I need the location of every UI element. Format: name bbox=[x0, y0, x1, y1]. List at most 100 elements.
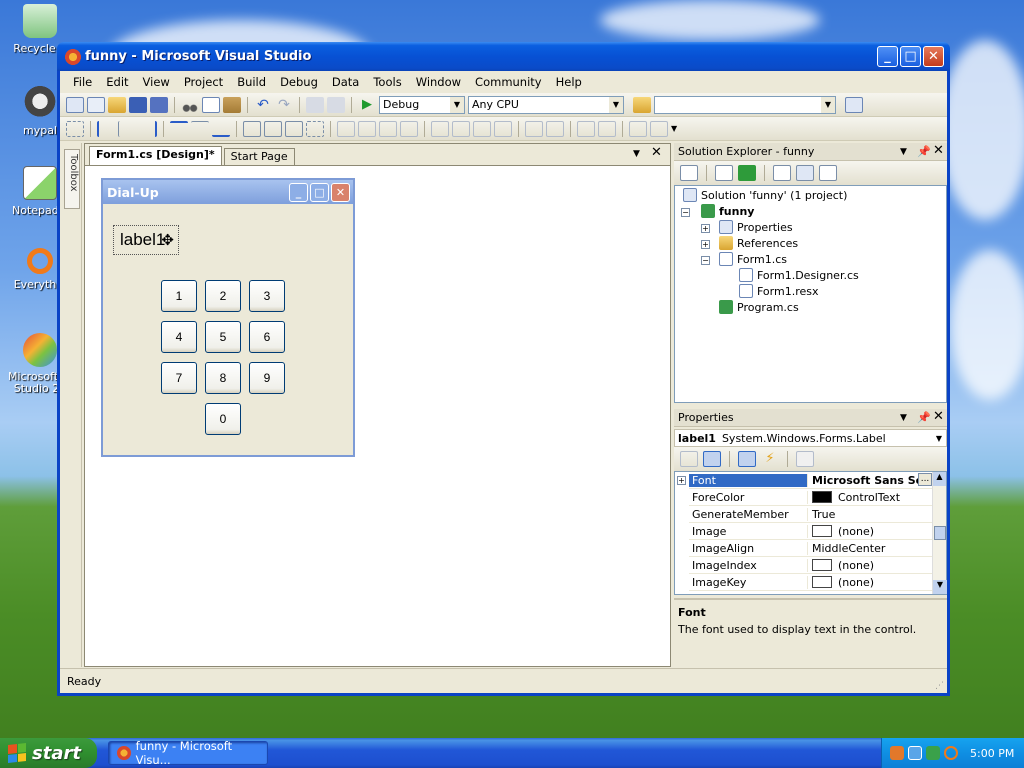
lock-controls-icon[interactable] bbox=[650, 120, 668, 137]
close-panel-icon[interactable]: ✕ bbox=[933, 143, 944, 158]
property-pages-icon[interactable] bbox=[796, 451, 814, 467]
tree-node-project[interactable]: funny bbox=[701, 204, 754, 218]
menu-project[interactable]: Project bbox=[177, 73, 230, 91]
menu-file[interactable]: File bbox=[66, 73, 99, 91]
categorized-icon[interactable] bbox=[680, 451, 698, 467]
dial-button-1[interactable]: 1 bbox=[161, 280, 197, 312]
start-debugging-icon[interactable]: ▶ bbox=[358, 97, 376, 113]
expand-toggle-icon[interactable]: + bbox=[701, 224, 710, 233]
tab-order-icon[interactable] bbox=[629, 120, 647, 137]
undo-icon[interactable]: ↶ bbox=[254, 97, 272, 113]
make-same-width-icon[interactable] bbox=[243, 120, 261, 137]
align-lefts-icon[interactable] bbox=[97, 120, 115, 137]
menu-view[interactable]: View bbox=[136, 73, 177, 91]
close-button[interactable]: ✕ bbox=[923, 46, 944, 67]
object-selector-dropdown[interactable]: label1 System.Windows.Forms.Label ▼ bbox=[674, 429, 947, 447]
show-all-files-icon[interactable] bbox=[715, 165, 733, 181]
properties-view-icon[interactable] bbox=[738, 451, 756, 467]
view-class-diagram-icon[interactable] bbox=[819, 165, 837, 181]
close-document-icon[interactable]: ✕ bbox=[651, 145, 662, 160]
property-row-generatemember[interactable]: GenerateMember True bbox=[689, 506, 933, 523]
network-icon[interactable] bbox=[908, 746, 922, 760]
label1-control[interactable]: label1 ✥ bbox=[113, 225, 179, 255]
menu-window[interactable]: Window bbox=[409, 73, 468, 91]
solution-platform-dropdown[interactable]: Any CPU ▼ bbox=[468, 95, 624, 114]
designer-form-dialup[interactable]: Dial-Up _ □ ✕ label1 ✥ 1 2 3 4 5 6 7 8 9… bbox=[101, 178, 355, 457]
collapse-toggle-icon[interactable]: − bbox=[701, 256, 710, 265]
horizontal-spacing-remove-icon[interactable] bbox=[400, 120, 418, 137]
dial-button-3[interactable]: 3 bbox=[249, 280, 285, 312]
save-icon[interactable] bbox=[129, 96, 147, 113]
new-project-icon[interactable] bbox=[66, 96, 84, 113]
taskbar-item-visual-studio[interactable]: funny - Microsoft Visu... bbox=[108, 739, 268, 767]
tree-node-form1[interactable]: Form1.cs bbox=[719, 252, 787, 266]
property-grid-scrollbar[interactable]: ▲ ▼ bbox=[932, 472, 947, 594]
tree-node-program[interactable]: Program.cs bbox=[719, 300, 799, 314]
property-row-imagealign[interactable]: ImageAlign MiddleCenter bbox=[689, 540, 933, 557]
horizontal-spacing-decrease-icon[interactable] bbox=[379, 120, 397, 137]
window-position-dropdown-icon[interactable]: ▼ bbox=[900, 413, 907, 423]
send-to-back-icon[interactable] bbox=[598, 120, 616, 137]
align-rights-icon[interactable] bbox=[139, 120, 157, 137]
toolbar-overflow-icon[interactable]: ▼ bbox=[671, 124, 677, 133]
vertical-spacing-decrease-icon[interactable] bbox=[473, 120, 491, 137]
size-to-grid-icon[interactable] bbox=[306, 120, 324, 137]
dial-button-6[interactable]: 6 bbox=[249, 321, 285, 353]
clock[interactable]: 5:00 PM bbox=[970, 747, 1014, 760]
menu-tools[interactable]: Tools bbox=[366, 73, 408, 91]
scroll-up-icon[interactable]: ▲ bbox=[933, 472, 946, 486]
minimize-button[interactable]: _ bbox=[877, 46, 898, 67]
align-tops-icon[interactable] bbox=[170, 120, 188, 137]
tray-app-icon[interactable] bbox=[890, 746, 904, 760]
window-position-dropdown-icon[interactable]: ▼ bbox=[900, 147, 907, 157]
menu-build[interactable]: Build bbox=[230, 73, 273, 91]
horizontal-spacing-increase-icon[interactable] bbox=[358, 120, 376, 137]
expand-toggle-icon[interactable]: + bbox=[677, 476, 686, 485]
ellipsis-button[interactable]: ... bbox=[918, 473, 932, 486]
menu-data[interactable]: Data bbox=[325, 73, 366, 91]
navigate-backward-icon[interactable] bbox=[306, 96, 324, 113]
window-titlebar[interactable]: funny - Microsoft Visual Studio _ □ ✕ bbox=[57, 42, 950, 71]
property-row-imagekey[interactable]: ImageKey (none) bbox=[689, 574, 933, 591]
events-lightning-icon[interactable]: ⚡ bbox=[761, 451, 779, 467]
menu-edit[interactable]: Edit bbox=[99, 73, 135, 91]
menu-help[interactable]: Help bbox=[549, 73, 589, 91]
align-to-grid-icon[interactable] bbox=[66, 120, 84, 137]
find-in-files-icon[interactable] bbox=[633, 96, 651, 113]
view-designer-icon[interactable] bbox=[796, 165, 814, 181]
tab-start-page[interactable]: Start Page bbox=[223, 148, 295, 165]
tree-node-references[interactable]: References bbox=[719, 236, 798, 250]
align-middles-icon[interactable] bbox=[191, 120, 209, 137]
paste-icon[interactable] bbox=[223, 96, 241, 113]
property-row-font[interactable]: Font Microsoft Sans Se ... bbox=[689, 472, 933, 489]
resize-grip-icon[interactable]: ⋰ bbox=[935, 681, 944, 691]
find-combo[interactable]: ▼ bbox=[654, 95, 836, 114]
auto-hide-pin-icon[interactable]: 📌 bbox=[917, 411, 931, 424]
tree-node-solution[interactable]: Solution 'funny' (1 project) bbox=[683, 188, 847, 202]
expand-toggle-icon[interactable]: + bbox=[701, 240, 710, 249]
properties-icon[interactable] bbox=[680, 165, 698, 181]
collapse-toggle-icon[interactable]: − bbox=[681, 208, 690, 217]
view-code-icon[interactable] bbox=[773, 165, 791, 181]
tree-node-properties[interactable]: Properties bbox=[719, 220, 793, 234]
cut-icon[interactable] bbox=[181, 96, 199, 113]
refresh-icon[interactable] bbox=[738, 165, 756, 181]
solution-explorer-toolbar-icon[interactable] bbox=[845, 96, 863, 113]
dial-button-0[interactable]: 0 bbox=[205, 403, 241, 435]
alphabetical-icon[interactable] bbox=[703, 451, 721, 467]
vertical-spacing-equal-icon[interactable] bbox=[431, 120, 449, 137]
property-row-imageindex[interactable]: ImageIndex (none) bbox=[689, 557, 933, 574]
property-row-forecolor[interactable]: ForeColor ControlText bbox=[689, 489, 933, 506]
navigate-forward-icon[interactable] bbox=[327, 96, 345, 113]
search-tray-icon[interactable] bbox=[944, 746, 958, 760]
dial-button-9[interactable]: 9 bbox=[249, 362, 285, 394]
bring-to-front-icon[interactable] bbox=[577, 120, 595, 137]
vertical-spacing-increase-icon[interactable] bbox=[452, 120, 470, 137]
save-all-icon[interactable] bbox=[150, 96, 168, 113]
make-same-size-icon[interactable] bbox=[285, 120, 303, 137]
dial-button-7[interactable]: 7 bbox=[161, 362, 197, 394]
tree-node-form1-designer[interactable]: Form1.Designer.cs bbox=[739, 268, 859, 282]
toolbox-tab[interactable]: Toolbox bbox=[64, 149, 80, 209]
dial-button-8[interactable]: 8 bbox=[205, 362, 241, 394]
center-horizontally-icon[interactable] bbox=[525, 120, 543, 137]
